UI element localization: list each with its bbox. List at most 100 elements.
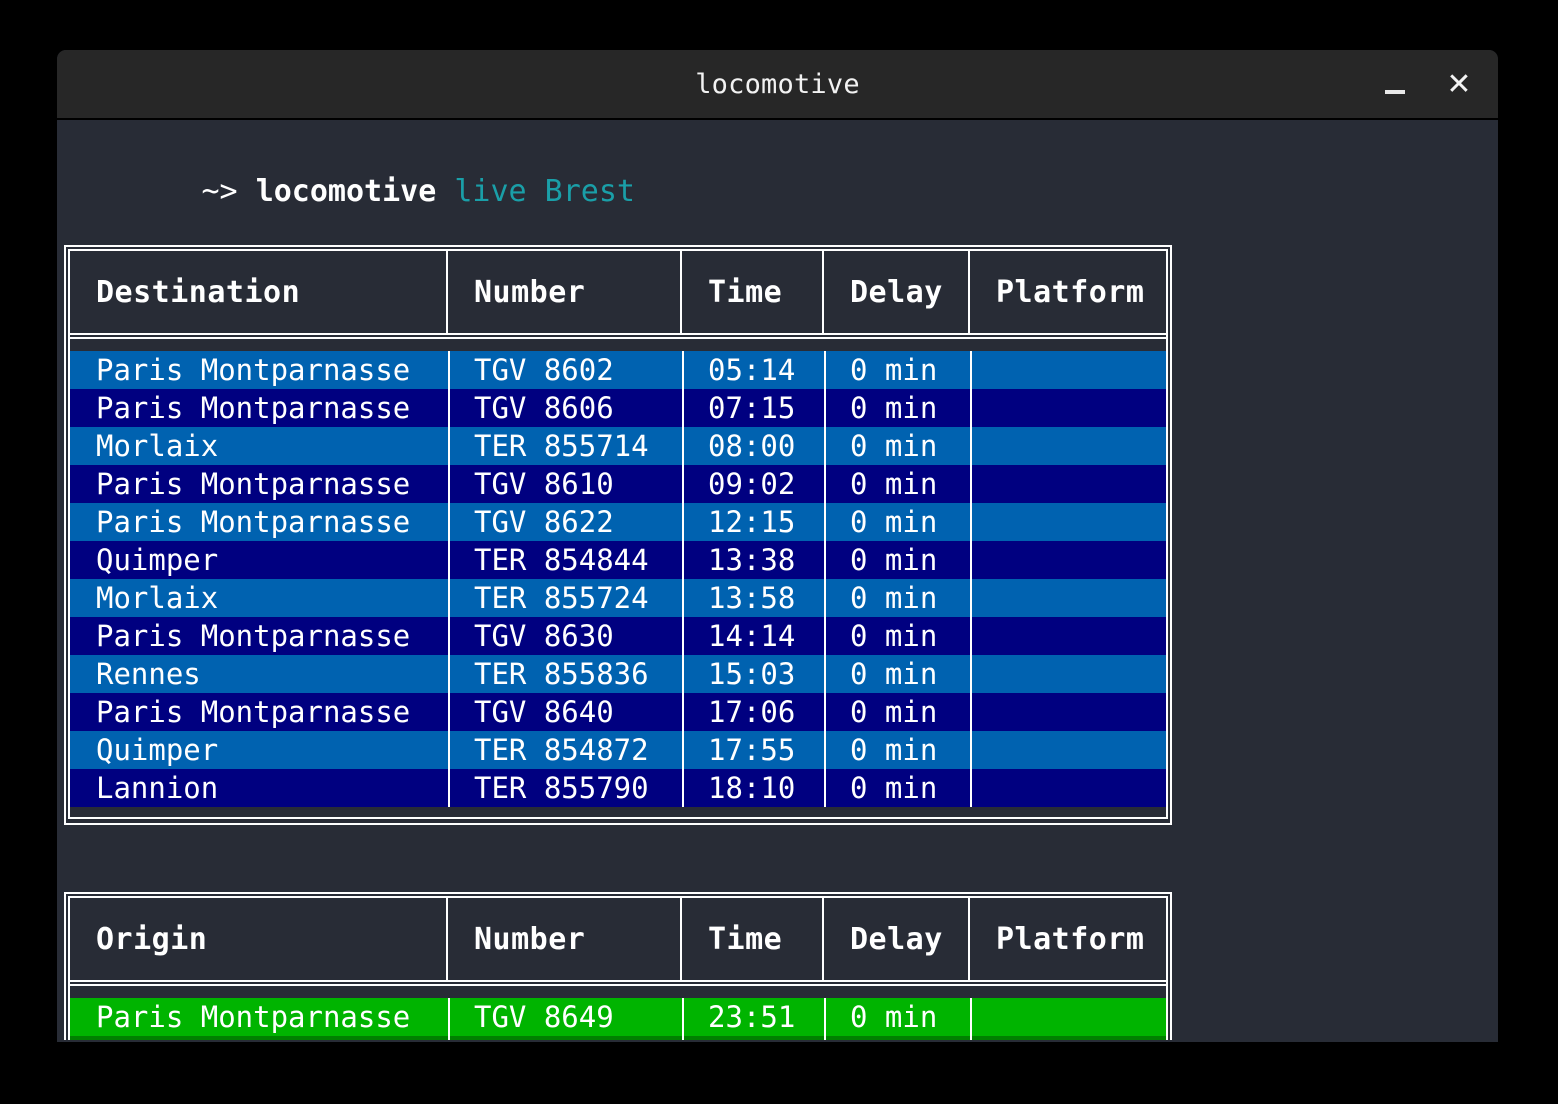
column-header-number: Number [448,898,682,980]
arrivals-rows-grid: Paris MontparnasseTGV 864923:510 minMorl… [70,998,1166,1040]
number-cell: TER 855836 [474,657,649,691]
column-divider-1 [448,998,450,1040]
destination-cell: Quimper [96,543,219,577]
number-cell: TER 855714 [474,429,649,463]
departures-rows-grid: Paris Montparnasse TGV 8602 05:14 0 min Pari… [70,351,1166,807]
platform-cell [970,427,1158,465]
table-row[interactable]: Paris Montparnasse TGV 8606 07:15 0 min [70,389,1166,427]
number-cell: TGV 8610 [474,467,614,501]
column-divider-1 [448,351,450,807]
delay-cell: 0 min [850,505,938,539]
time-cell: 14:14 [708,619,796,653]
column-header-platform: Platform [996,274,1145,310]
number-cell: TGV 8630 [474,619,614,653]
departures-header-row: Destination Number Time Delay Platform [70,251,1166,333]
command-line: ~> locomotive live Brest [57,126,636,258]
time-cell: 07:51 [682,1036,824,1040]
time-cell: 13:58 [708,581,796,615]
window-titlebar: locomotive ✕ [57,50,1498,120]
arrivals-rows: Paris MontparnasseTGV 864923:510 minMorl… [70,986,1166,1040]
destination-cell: Morlaix [96,581,219,615]
table-row[interactable]: Morlaix TER 855724 13:58 0 min [70,579,1166,617]
delay-cell: 0 min [824,1036,970,1040]
platform-cell [970,389,1158,427]
platform-cell [970,465,1158,503]
minimize-button[interactable] [1372,62,1418,108]
prompt-sigil: ~> [201,174,256,209]
column-header-time: Time [682,251,824,333]
time-cell: 08:00 [708,429,796,463]
departures-board: Destination Number Time Delay Platform P… [64,245,1172,825]
table-row[interactable]: Paris Montparnasse TGV 8622 12:15 0 min [70,503,1166,541]
column-header-delay: Delay [824,898,970,980]
column-divider-4 [970,351,972,807]
time-cell: 05:14 [708,353,796,387]
delay-cell: 0 min [850,429,938,463]
delay-cell: 0 min [850,353,938,387]
arrivals-board: Origin Number Time Delay Platform Paris … [64,892,1172,1040]
table-row[interactable]: Quimper TER 854844 13:38 0 min [70,541,1166,579]
table-row[interactable]: Paris Montparnasse TGV 8649 23:51 0 min [70,998,1166,1036]
column-divider-3 [824,351,826,807]
time-cell: 17:55 [708,733,796,767]
table-row[interactable]: MorlaixTER 85570907:510 min [70,1036,1166,1040]
table-row[interactable]: Paris Montparnasse TGV 8640 17:06 0 min [70,693,1166,731]
number-cell: TGV 8602 [474,353,614,387]
minimize-icon [1385,90,1405,94]
destination-cell: Quimper [96,733,219,767]
delay-cell: 0 min [850,657,938,691]
number-cell: TGV 8606 [474,391,614,425]
platform-cell [970,579,1158,617]
destination-cell: Lannion [96,771,219,805]
platform-cell [970,998,1158,1036]
column-header-time: Time [682,898,824,980]
column-divider-3 [824,998,826,1040]
delay-cell: 0 min [850,391,938,425]
number-cell: TER 854872 [474,733,649,767]
destination-cell: Paris Montparnasse [96,353,411,387]
delay-cell: 0 min [850,1000,938,1034]
terminal-window: locomotive ✕ ~> locomotive live Brest De… [57,50,1498,1042]
delay-cell: 0 min [850,467,938,501]
table-row[interactable]: Rennes TER 855836 15:03 0 min [70,655,1166,693]
time-cell: 07:15 [708,391,796,425]
screen: locomotive ✕ ~> locomotive live Brest De… [0,0,1558,1104]
window-controls: ✕ [1372,50,1482,120]
number-cell: TER 855724 [474,581,649,615]
delay-cell: 0 min [850,695,938,729]
departures-board-bottom [68,817,1168,821]
column-divider-2 [682,998,684,1040]
close-button[interactable]: ✕ [1436,62,1482,108]
table-row[interactable]: Quimper TER 854872 17:55 0 min [70,731,1166,769]
number-cell: TGV 8649 [474,1000,614,1034]
column-header-platform: Platform [996,921,1145,957]
time-cell: 09:02 [708,467,796,501]
delay-cell: 0 min [850,771,938,805]
time-cell: 17:06 [708,695,796,729]
origin-cell: Paris Montparnasse [96,1000,411,1034]
destination-cell: Paris Montparnasse [96,505,411,539]
column-divider-2 [682,351,684,807]
column-header-origin: Origin [70,898,448,980]
time-cell: 23:51 [708,1000,796,1034]
column-divider-4 [970,998,972,1040]
number-cell: TER 855709 [448,1036,682,1040]
departures-board-frame: Destination Number Time Delay Platform P… [68,249,1168,817]
table-row[interactable]: Paris Montparnasse TGV 8602 05:14 0 min [70,351,1166,389]
platform-cell [970,351,1158,389]
destination-cell: Paris Montparnasse [96,467,411,501]
column-header-number: Number [448,251,682,333]
table-row[interactable]: Paris Montparnasse TGV 8630 14:14 0 min [70,617,1166,655]
table-row[interactable]: Morlaix TER 855714 08:00 0 min [70,427,1166,465]
number-cell: TER 854844 [474,543,649,577]
destination-cell: Paris Montparnasse [96,391,411,425]
table-row[interactable]: Lannion TER 855790 18:10 0 min [70,769,1166,807]
table-row[interactable]: Paris Montparnasse TGV 8610 09:02 0 min [70,465,1166,503]
destination-cell: Paris Montparnasse [96,619,411,653]
number-cell: TER 855790 [474,771,649,805]
delay-cell: 0 min [850,581,938,615]
number-cell: TGV 8640 [474,695,614,729]
arrivals-board-frame: Origin Number Time Delay Platform Paris … [68,896,1168,1040]
departures-rows: Paris Montparnasse TGV 8602 05:14 0 min Pari… [70,339,1166,817]
platform-cell [970,655,1158,693]
